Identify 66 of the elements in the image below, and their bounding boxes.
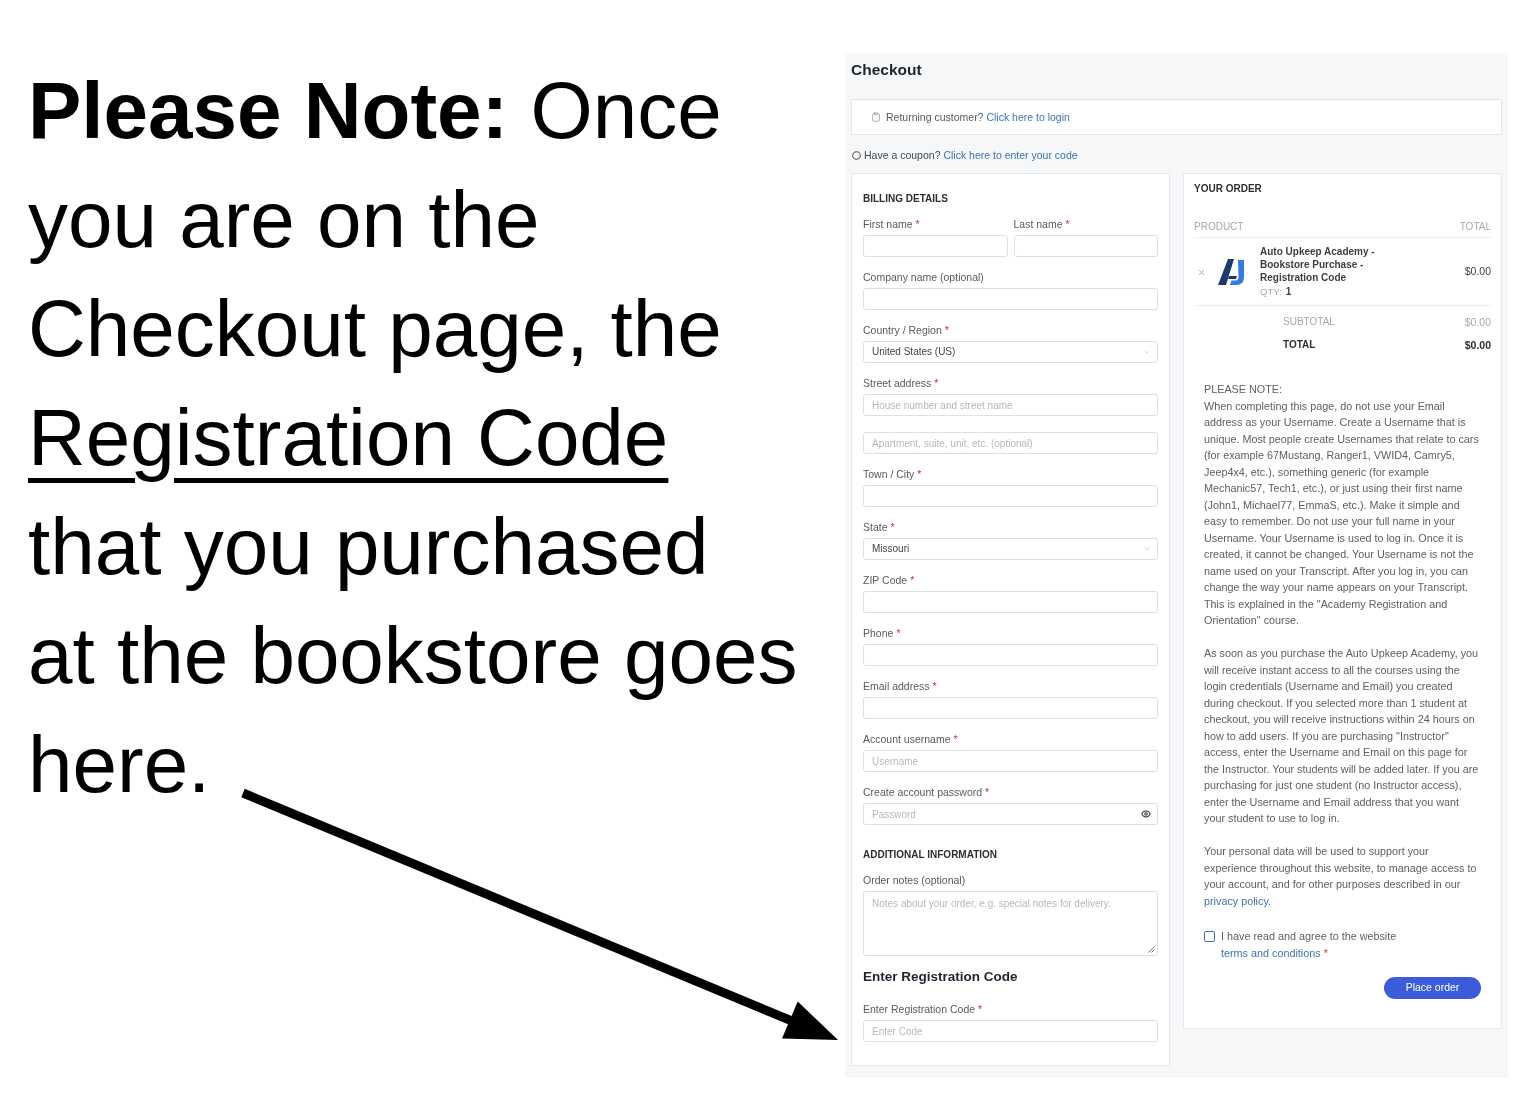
field-label: State * xyxy=(863,520,896,534)
field-label: Email address * xyxy=(863,679,938,693)
input-field[interactable] xyxy=(863,697,1158,719)
field-label: Company name (optional) xyxy=(863,270,985,284)
input-field[interactable] xyxy=(863,288,1158,310)
coupon-link[interactable]: Click here to enter your code xyxy=(943,149,1078,161)
logo-icon xyxy=(1217,258,1247,286)
textarea-field[interactable]: Notes about your order, e.g. special notes for delivery. xyxy=(863,891,1158,956)
product-name: Auto Upkeep Academy - Bookstore Purchase - Registration Code xyxy=(1260,245,1376,284)
field-label: Create account password * xyxy=(863,785,991,799)
coupon-text: Have a coupon? Click here to enter your code xyxy=(864,149,1078,162)
returning-customer-text: Returning customer? Click here to login xyxy=(886,110,1070,124)
privacy-text: Your personal data will be used to support your experience throughout this website, to manage access to your account, and for other purposes described in our privacy policy. xyxy=(1204,844,1478,909)
terms-text: I have read and agree to the website terms and conditions * xyxy=(1221,929,1398,961)
quantity-label: QTY: xyxy=(1260,285,1282,299)
ring-icon xyxy=(852,151,861,160)
field-label: Order notes (optional) xyxy=(863,873,967,887)
chevron-down-icon xyxy=(1143,545,1151,553)
input-field[interactable] xyxy=(863,485,1158,507)
page-title: Checkout xyxy=(851,61,923,79)
input-field[interactable]: Username xyxy=(863,750,1158,772)
field-label: ZIP Code * xyxy=(863,573,916,587)
total-value: $0.00 xyxy=(1464,316,1491,328)
login-link[interactable]: Click here to login xyxy=(986,110,1070,123)
total-label: TOTAL xyxy=(1283,339,1316,351)
clipboard-icon xyxy=(871,112,881,122)
section-title: ADDITIONAL INFORMATION xyxy=(863,849,999,861)
input-field[interactable]: House number and street name xyxy=(863,394,1158,416)
resize-handle-icon[interactable] xyxy=(1148,946,1155,953)
select-field[interactable]: Missouri xyxy=(863,538,1158,560)
total-value: $0.00 xyxy=(1464,339,1491,351)
note-text: Please Note: Once you are on the Checkout page, the Registration Code that you purchased at the bookstore goes here. xyxy=(28,65,798,811)
field-label: Enter Registration Code * xyxy=(863,1002,984,1016)
total-label: SUBTOTAL xyxy=(1283,316,1335,328)
section-title: BILLING DETAILS xyxy=(863,193,949,205)
input-field[interactable]: Apartment, suite, unit, etc. (optional) xyxy=(863,432,1158,454)
input-field[interactable] xyxy=(863,644,1158,666)
input-field[interactable] xyxy=(863,591,1158,613)
field-label: Account username * xyxy=(863,732,959,746)
eye-icon[interactable] xyxy=(1141,809,1151,819)
field-label: Street address * xyxy=(863,376,940,390)
notice-paragraph: As soon as you purchase the Auto Upkeep Academy, you will receive instant access to all the courses using the login credentials (Username and Email) you created during checkout. If you selected more than 1 student at checkout, you will receive instructions within 24 hours on how to add users. If you are purchasing "Instructor" access, enter the Username and Email on this page for the Instructor. Your students will be added later. If you are purchasing for just one student (no Instructor access), enter the Username and Email address that you want your student to use to log in. xyxy=(1204,646,1480,826)
field-label: First name * xyxy=(863,217,921,231)
column-header: TOTAL xyxy=(1459,221,1491,233)
checkbox[interactable] xyxy=(1204,931,1215,942)
column-header: PRODUCT xyxy=(1194,221,1244,233)
privacy-policy-link[interactable]: privacy policy xyxy=(1204,894,1268,907)
terms-link[interactable]: terms and conditions xyxy=(1221,947,1321,959)
input-field[interactable] xyxy=(863,235,1008,257)
password-field[interactable]: Password xyxy=(863,803,1158,825)
section-title: YOUR ORDER xyxy=(1194,183,1263,195)
input-field[interactable]: Enter Code xyxy=(863,1020,1158,1042)
place-order-button[interactable]: Place order xyxy=(1384,977,1481,999)
field-label: Town / City * xyxy=(863,467,923,481)
field-label: Phone * xyxy=(863,626,902,640)
chevron-down-icon xyxy=(1143,348,1151,356)
quantity-value: 1 xyxy=(1285,285,1292,299)
notice-paragraph: When completing this page, do not use your Email address as your Username. Create a Username that is unique. Most people create Usernames that relate to cars (for example 67Mustang, Ranger1, VWID4, Camry5, Jeep4x4, etc.), something generic (for example Mechanic57, Tech1, etc.), or just using their first name (John1, Michael77, EmmaS, etc.). Make it simple and easy to remember. Do not use your full name in your Username. Your Username is used to log in. Once it is created, it cannot be changed. Your Username is not the name used on your Transcript. After you log in, you can change the way your name appears on your Transcript. This is explained in the "Academy Registration and Orientation" course. xyxy=(1204,398,1480,628)
notice-title: PLEASE NOTE: xyxy=(1204,382,1283,397)
input-field[interactable] xyxy=(1013,235,1158,257)
section-heading: Enter Registration Code xyxy=(863,969,1019,985)
field-label: Last name * xyxy=(1013,217,1071,231)
select-field[interactable]: United States (US) xyxy=(863,341,1158,363)
product-total: $0.00 xyxy=(1464,264,1491,280)
field-label: Country / Region * xyxy=(863,323,950,337)
close-icon xyxy=(1196,267,1206,277)
